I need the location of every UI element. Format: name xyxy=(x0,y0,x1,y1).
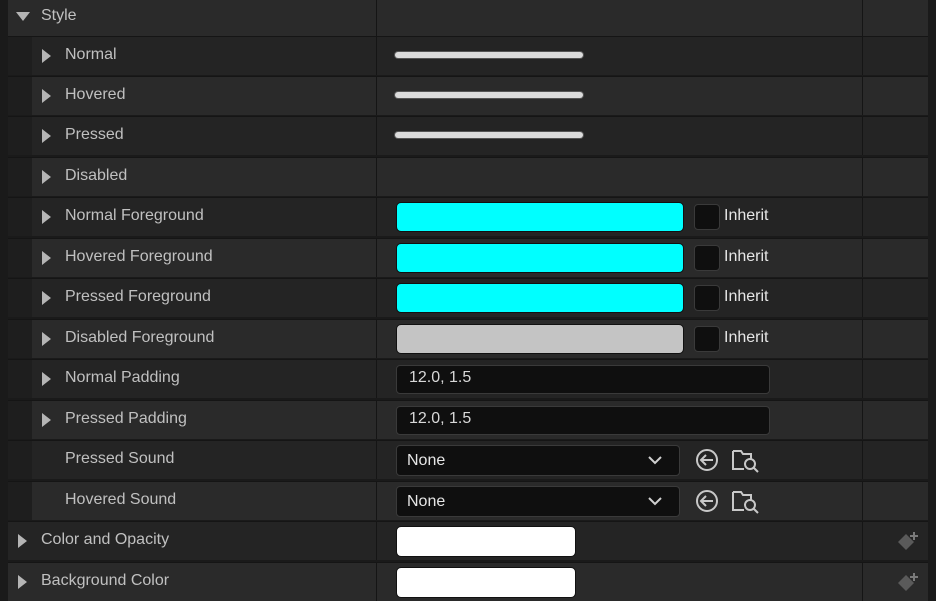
property-row-hovered-sound[interactable]: Hovered Sound None xyxy=(8,481,928,520)
inherit-checkbox[interactable] xyxy=(694,285,720,311)
color-swatch[interactable] xyxy=(396,526,576,557)
property-label: Pressed xyxy=(65,126,124,143)
expand-arrow-icon[interactable] xyxy=(42,291,51,305)
property-label: Pressed Padding xyxy=(65,410,187,427)
dropdown-value: None xyxy=(407,493,446,510)
padding-input[interactable]: 12.0, 1.5 xyxy=(396,406,770,435)
property-label: Hovered Sound xyxy=(65,491,177,508)
chevron-down-icon[interactable] xyxy=(16,12,30,21)
property-row-hovered-foreground[interactable]: Hovered Foreground Inherit xyxy=(8,238,928,277)
inherit-label: Inherit xyxy=(724,329,769,346)
property-label: Pressed Foreground xyxy=(65,288,211,305)
property-row-background-color[interactable]: Background Color xyxy=(8,562,928,601)
property-row-normal-foreground[interactable]: Normal Foreground Inherit xyxy=(8,197,928,236)
expand-arrow-icon[interactable] xyxy=(42,372,51,386)
property-label: Color and Opacity xyxy=(41,531,170,548)
color-swatch[interactable] xyxy=(396,567,576,598)
expand-arrow-icon[interactable] xyxy=(42,89,51,103)
property-row-pressed-foreground[interactable]: Pressed Foreground Inherit xyxy=(8,278,928,317)
property-label: Normal Foreground xyxy=(65,207,204,224)
expand-arrow-icon[interactable] xyxy=(42,129,51,143)
color-swatch[interactable] xyxy=(396,243,684,273)
color-swatch[interactable] xyxy=(396,283,684,313)
property-label: Hovered Foreground xyxy=(65,248,213,265)
expand-arrow-icon[interactable] xyxy=(42,251,51,265)
expand-arrow-icon[interactable] xyxy=(42,210,51,224)
property-row-normal-padding[interactable]: Normal Padding 12.0, 1.5 xyxy=(8,359,928,398)
folder-search-icon[interactable] xyxy=(730,488,760,514)
expand-arrow-icon[interactable] xyxy=(18,534,27,548)
dropdown-value: None xyxy=(407,452,446,469)
property-label: Disabled Foreground xyxy=(65,329,215,346)
color-swatch[interactable] xyxy=(396,202,684,232)
property-row-color-and-opacity[interactable]: Color and Opacity xyxy=(8,521,928,560)
property-label: Pressed Sound xyxy=(65,450,175,467)
chevron-down-icon xyxy=(648,456,662,465)
property-row-pressed[interactable]: Pressed xyxy=(8,116,928,155)
add-keyframe-icon[interactable] xyxy=(896,530,920,554)
property-label: Background Color xyxy=(41,572,170,589)
inherit-checkbox[interactable] xyxy=(694,326,720,352)
property-label: Normal Padding xyxy=(65,369,180,386)
inherit-label: Inherit xyxy=(724,288,769,305)
brush-preview xyxy=(395,52,583,58)
expand-arrow-icon[interactable] xyxy=(42,332,51,346)
padding-input[interactable]: 12.0, 1.5 xyxy=(396,365,770,394)
sound-asset-dropdown[interactable]: None xyxy=(396,486,680,517)
expand-arrow-icon[interactable] xyxy=(42,170,51,184)
property-label: Disabled xyxy=(65,167,128,184)
expand-arrow-icon[interactable] xyxy=(42,413,51,427)
add-keyframe-icon[interactable] xyxy=(896,571,920,595)
brush-preview xyxy=(395,92,583,98)
sound-asset-dropdown[interactable]: None xyxy=(396,445,680,476)
color-swatch[interactable] xyxy=(396,324,684,354)
inherit-checkbox[interactable] xyxy=(694,204,720,230)
property-label: Hovered xyxy=(65,86,126,103)
property-row-pressed-sound[interactable]: Pressed Sound None xyxy=(8,440,928,479)
arrow-left-circle-icon[interactable] xyxy=(694,488,720,514)
expand-arrow-icon[interactable] xyxy=(18,575,27,589)
property-row-hovered[interactable]: Hovered xyxy=(8,76,928,115)
chevron-down-icon xyxy=(648,497,662,506)
details-panel: Style Normal Hovered Pressed Disabled No… xyxy=(0,0,936,601)
property-row-disabled[interactable]: Disabled xyxy=(8,157,928,196)
expand-arrow-icon[interactable] xyxy=(42,49,51,63)
arrow-left-circle-icon[interactable] xyxy=(694,447,720,473)
inherit-label: Inherit xyxy=(724,248,769,265)
property-row-pressed-padding[interactable]: Pressed Padding 12.0, 1.5 xyxy=(8,400,928,439)
brush-preview xyxy=(395,132,583,138)
style-section-title: Style xyxy=(41,7,77,24)
property-row-normal[interactable]: Normal xyxy=(8,36,928,75)
property-label: Normal xyxy=(65,46,117,63)
folder-search-icon[interactable] xyxy=(730,447,760,473)
style-section-header[interactable]: Style xyxy=(8,0,928,36)
property-row-disabled-foreground[interactable]: Disabled Foreground Inherit xyxy=(8,319,928,358)
inherit-label: Inherit xyxy=(724,207,769,224)
inherit-checkbox[interactable] xyxy=(694,245,720,271)
